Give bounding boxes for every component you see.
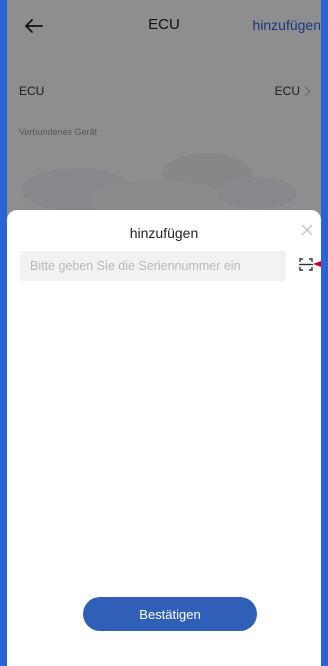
- close-icon: [301, 224, 313, 236]
- sheet-title: hinzufügen: [129, 225, 199, 241]
- close-button[interactable]: [299, 222, 315, 238]
- app-screen: ECU hinzufügen ECU ECU Verbundenes Gerät…: [7, 0, 321, 666]
- serial-number-input[interactable]: [20, 251, 286, 281]
- annotation-arrow: [313, 261, 321, 267]
- confirm-button[interactable]: Bestätigen: [83, 597, 257, 631]
- add-device-sheet: hinzufügen Bestätigen: [7, 210, 321, 666]
